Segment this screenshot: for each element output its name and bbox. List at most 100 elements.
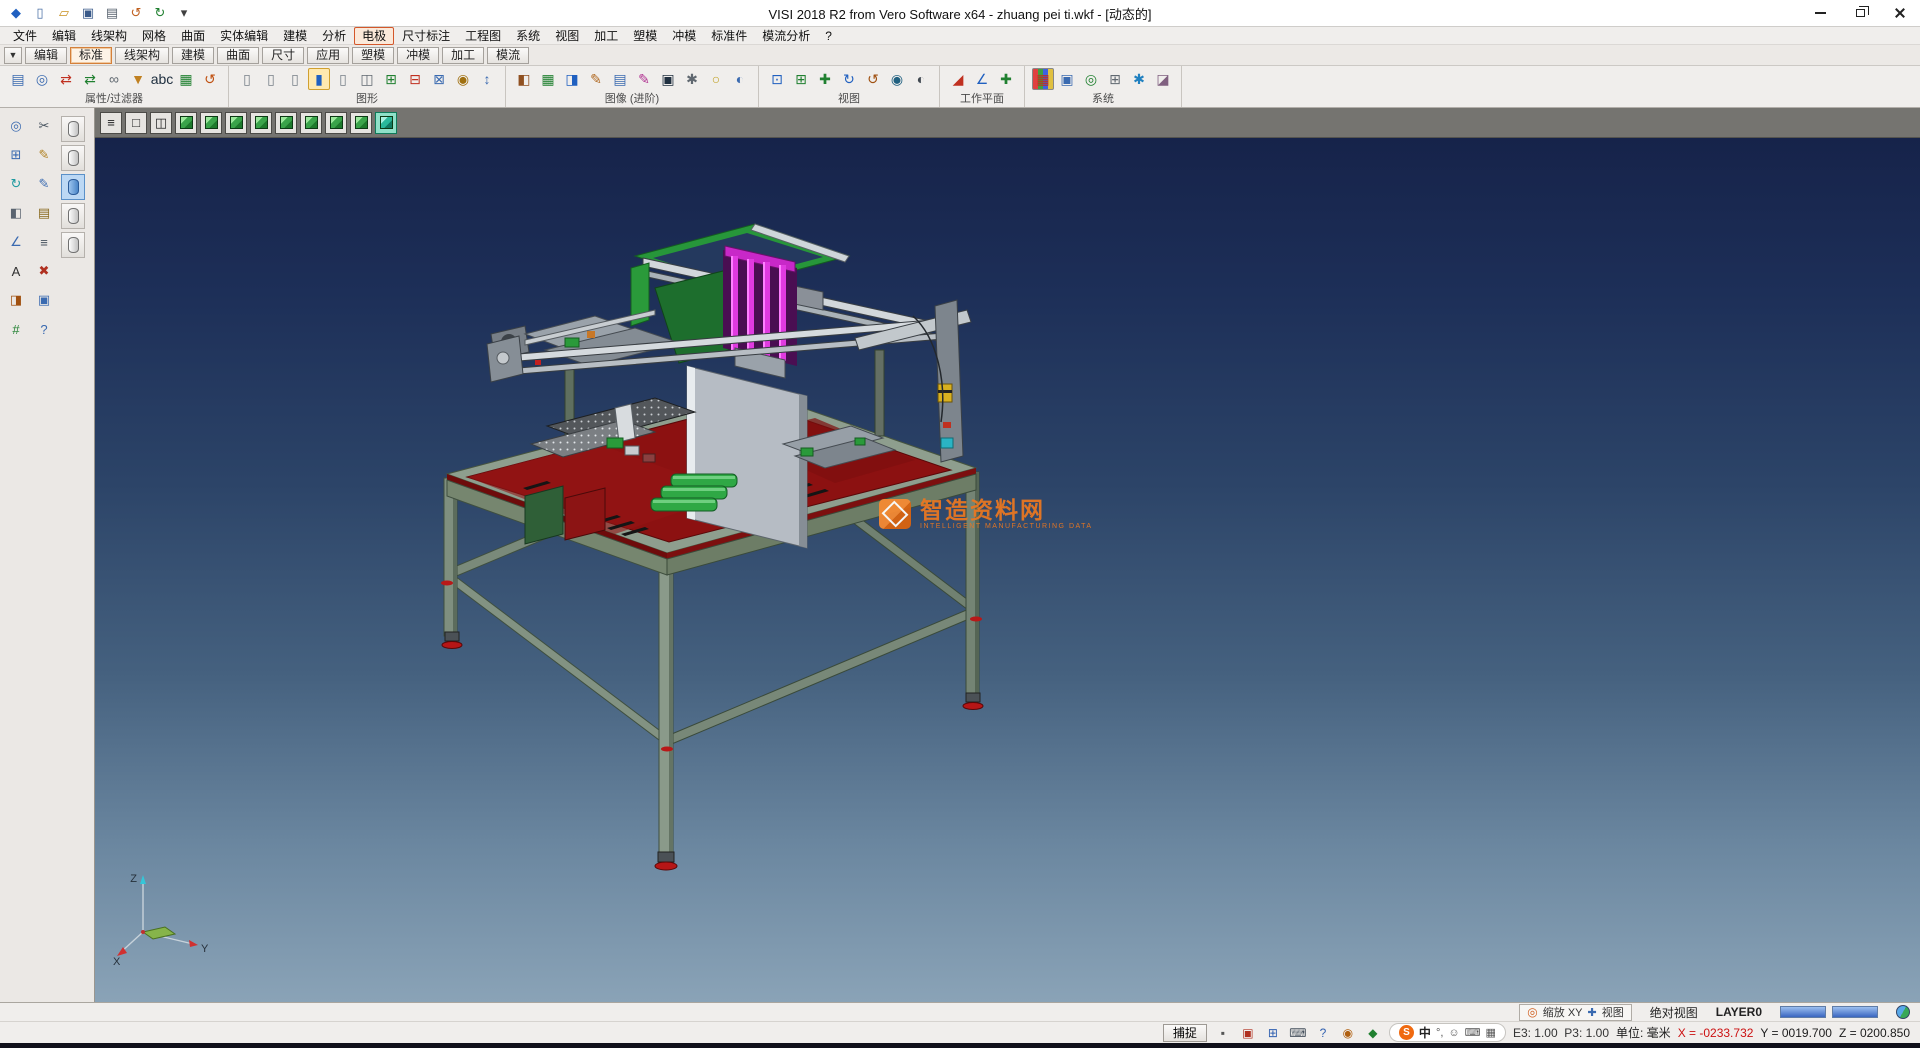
- graphics-db-sync-icon[interactable]: ↕: [476, 68, 498, 90]
- image-wire-icon[interactable]: ▦: [537, 68, 559, 90]
- menu-machining[interactable]: 加工: [587, 28, 625, 44]
- filter-slot-4-icon[interactable]: [61, 203, 85, 229]
- calculator-icon[interactable]: ⊞: [1104, 68, 1126, 90]
- menu-flow-analysis[interactable]: 模流分析: [755, 28, 817, 44]
- iso-view-1-icon[interactable]: [175, 112, 197, 134]
- image-edit-pencil-icon[interactable]: ✎: [585, 68, 607, 90]
- graphics-style-1-icon[interactable]: ▯: [236, 68, 258, 90]
- menu-wireframe[interactable]: 线架构: [84, 28, 134, 44]
- rotate-view-icon[interactable]: ↻: [838, 68, 860, 90]
- view-multi-icon[interactable]: ◫: [150, 112, 172, 134]
- print-icon[interactable]: ▤: [102, 3, 122, 23]
- swap-properties-icon[interactable]: ⇄: [55, 68, 77, 90]
- image-shade-icon[interactable]: ◧: [513, 68, 535, 90]
- tab-mold[interactable]: 塑模: [352, 47, 394, 64]
- image-material-icon[interactable]: ◐: [729, 68, 751, 90]
- iso-view-7-icon[interactable]: [325, 112, 347, 134]
- close-button[interactable]: [1880, 0, 1920, 26]
- graphics-db-box-icon[interactable]: ⊠: [428, 68, 450, 90]
- new-document-icon[interactable]: ▯: [30, 3, 50, 23]
- tab-wireframe[interactable]: 线架构: [115, 47, 169, 64]
- tab-standard[interactable]: 标准: [70, 47, 112, 64]
- info-icon[interactable]: ?: [32, 317, 56, 341]
- dynamic-view-icon[interactable]: [375, 112, 397, 134]
- attribute-page-icon[interactable]: ▤: [7, 68, 29, 90]
- graphics-style-3-icon[interactable]: ▯: [284, 68, 306, 90]
- zoom-fit-icon[interactable]: ⊞: [790, 68, 812, 90]
- tab-application[interactable]: 应用: [307, 47, 349, 64]
- attribute-magnifier-icon[interactable]: ◎: [31, 68, 53, 90]
- iso-view-4-icon[interactable]: [250, 112, 272, 134]
- keyboard-status-icon[interactable]: ⌨: [1289, 1024, 1307, 1042]
- hatch-icon[interactable]: #: [4, 317, 28, 341]
- menu-file[interactable]: 文件: [6, 28, 44, 44]
- sketch-pencil-icon[interactable]: ✎: [32, 143, 56, 167]
- menu-modeling[interactable]: 建模: [276, 28, 314, 44]
- match-properties-icon[interactable]: ⇄: [79, 68, 101, 90]
- overlay-view-label[interactable]: 视图: [1602, 1004, 1624, 1020]
- previous-view-icon[interactable]: ↺: [862, 68, 884, 90]
- pan-view-icon[interactable]: ✚: [814, 68, 836, 90]
- ime-toolbox-icon[interactable]: ▦: [1486, 1026, 1496, 1039]
- render-view-icon[interactable]: ◐: [910, 68, 932, 90]
- overlay-zoom-label[interactable]: 缩放 XY: [1543, 1004, 1583, 1020]
- menu-mold[interactable]: 塑模: [626, 28, 664, 44]
- sogou-logo-icon[interactable]: S: [1399, 1025, 1414, 1040]
- ime-mode-label[interactable]: 中: [1419, 1024, 1431, 1041]
- image-layers-icon[interactable]: ▤: [609, 68, 631, 90]
- iso-view-2-icon[interactable]: [200, 112, 222, 134]
- snap-toggle-button[interactable]: 捕捉: [1163, 1024, 1207, 1042]
- shading-icon[interactable]: ◧: [4, 201, 28, 225]
- menu-solid-edit[interactable]: 实体编辑: [213, 28, 275, 44]
- viewport-3d[interactable]: 智造资料网 INTELLIGENT MANUFACTURING DATA Z X: [95, 138, 1920, 1002]
- curve-edit-icon[interactable]: ✎: [32, 172, 56, 196]
- iso-view-8-icon[interactable]: [350, 112, 372, 134]
- cube-status-icon[interactable]: ◆: [1364, 1024, 1382, 1042]
- zoom-window-icon[interactable]: ⊡: [766, 68, 788, 90]
- app-icon[interactable]: ◆: [6, 3, 26, 23]
- tab-machining[interactable]: 加工: [442, 47, 484, 64]
- menu-view[interactable]: 视图: [548, 28, 586, 44]
- section-icon[interactable]: ◪: [1152, 68, 1174, 90]
- minimize-button[interactable]: [1800, 0, 1840, 26]
- menu-standard-parts[interactable]: 标准件: [704, 28, 754, 44]
- filter-slot-3-icon[interactable]: [61, 174, 85, 200]
- delete-icon[interactable]: ✖: [32, 259, 56, 283]
- tab-edit[interactable]: 编辑: [25, 47, 67, 64]
- iso-view-3-icon[interactable]: [225, 112, 247, 134]
- overlay-zoom-icon[interactable]: ◎: [1527, 1005, 1537, 1019]
- eye-view-icon[interactable]: ◉: [886, 68, 908, 90]
- image-brush-icon[interactable]: ✎: [633, 68, 655, 90]
- workplane-entity-icon[interactable]: ∠: [971, 68, 993, 90]
- graphics-db-target-icon[interactable]: ◉: [452, 68, 474, 90]
- active-layer-label[interactable]: LAYER0: [1716, 1005, 1762, 1019]
- filter-reset-icon[interactable]: ↺: [199, 68, 221, 90]
- menu-edit[interactable]: 编辑: [45, 28, 83, 44]
- tab-modeling[interactable]: 建模: [172, 47, 214, 64]
- menu-analysis[interactable]: 分析: [315, 28, 353, 44]
- tab-list-dropdown[interactable]: ▼: [4, 47, 22, 64]
- menu-electrode[interactable]: 电极: [354, 27, 394, 45]
- notes-icon[interactable]: ▤: [32, 201, 56, 225]
- help-pointer-icon[interactable]: ?: [1314, 1024, 1332, 1042]
- ime-keyboard-icon[interactable]: ⌨: [1465, 1026, 1481, 1039]
- copy-entity-icon[interactable]: ▣: [32, 288, 56, 312]
- iso-view-5-icon[interactable]: [275, 112, 297, 134]
- grid-snap-icon[interactable]: ⊞: [1264, 1024, 1282, 1042]
- list-icon[interactable]: ≡: [32, 230, 56, 254]
- menu-system[interactable]: 系统: [509, 28, 547, 44]
- dynamic-rotate-icon[interactable]: ↻: [4, 172, 28, 196]
- color-table-icon[interactable]: ▦: [1032, 68, 1054, 90]
- graphics-db-add-icon[interactable]: ⊞: [380, 68, 402, 90]
- save-icon[interactable]: ▣: [78, 3, 98, 23]
- image-settings-icon[interactable]: ✱: [681, 68, 703, 90]
- filter-slot-5-icon[interactable]: [61, 232, 85, 258]
- text-tool-icon[interactable]: A: [4, 259, 28, 283]
- menu-drawing[interactable]: 工程图: [458, 28, 508, 44]
- fill-color-icon[interactable]: ◨: [4, 288, 28, 312]
- overlay-axis-icon[interactable]: ✚: [1588, 1006, 1597, 1019]
- ime-punct-icon[interactable]: °,: [1436, 1027, 1443, 1039]
- link-entities-icon[interactable]: ∞: [103, 68, 125, 90]
- restore-button[interactable]: [1840, 0, 1880, 26]
- menu-die[interactable]: 冲模: [665, 28, 703, 44]
